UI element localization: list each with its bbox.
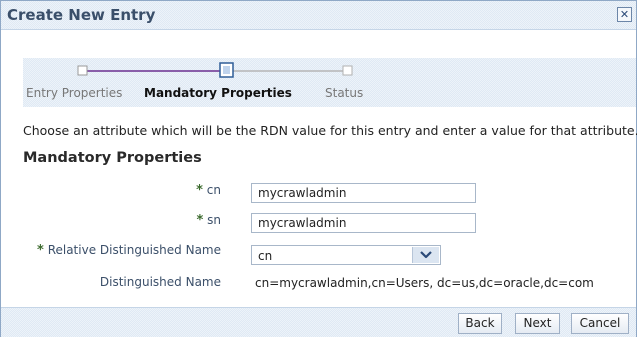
cancel-button[interactable]: Cancel [571, 313, 629, 334]
back-button[interactable]: Back [458, 313, 502, 334]
create-entry-dialog: Create New Entry ✕ Entry Properties Mand… [0, 0, 637, 337]
sn-label-text: sn [207, 213, 221, 227]
section-title: Mandatory Properties [23, 150, 202, 166]
dialog-footer: Back Next Cancel [1, 307, 636, 337]
dn-value: cn=mycrawladmin,cn=Users, dc=us,dc=oracl… [255, 276, 594, 290]
step-label-entry-properties[interactable]: Entry Properties [26, 86, 122, 100]
dialog-title: Create New Entry [7, 6, 156, 24]
step-entry-properties-marker[interactable] [77, 65, 88, 76]
step-label-status: Status [325, 86, 364, 100]
step-status-marker [342, 65, 353, 76]
required-marker: * [196, 213, 204, 228]
cn-label-text: cn [206, 183, 221, 197]
cn-input[interactable]: mycrawladmin [251, 183, 476, 203]
dialog-titlebar: Create New Entry ✕ [1, 1, 636, 30]
next-button[interactable]: Next [515, 313, 560, 334]
step-label-mandatory-properties: Mandatory Properties [144, 86, 292, 100]
rdn-label-text: Relative Distinguished Name [47, 243, 221, 257]
close-icon[interactable]: ✕ [617, 7, 632, 22]
rdn-label: * Relative Distinguished Name [21, 243, 221, 258]
rdn-select-value: cn [258, 249, 273, 263]
step-mandatory-properties-marker-fill [223, 66, 230, 74]
required-marker: * [37, 243, 44, 258]
required-marker: * [196, 183, 203, 198]
dn-label: Distinguished Name [99, 275, 221, 289]
rdn-select[interactable]: cn [251, 245, 441, 265]
chevron-down-icon[interactable] [412, 247, 439, 263]
sn-label: * sn [121, 213, 222, 228]
step-train: Entry Properties Mandatory Properties St… [23, 58, 636, 107]
chevron-down-icon-graphic [420, 251, 432, 259]
sn-input[interactable]: mycrawladmin [251, 213, 476, 233]
instructions-text: Choose an attribute which will be the RD… [23, 123, 637, 138]
cn-label: * cn [121, 183, 221, 198]
